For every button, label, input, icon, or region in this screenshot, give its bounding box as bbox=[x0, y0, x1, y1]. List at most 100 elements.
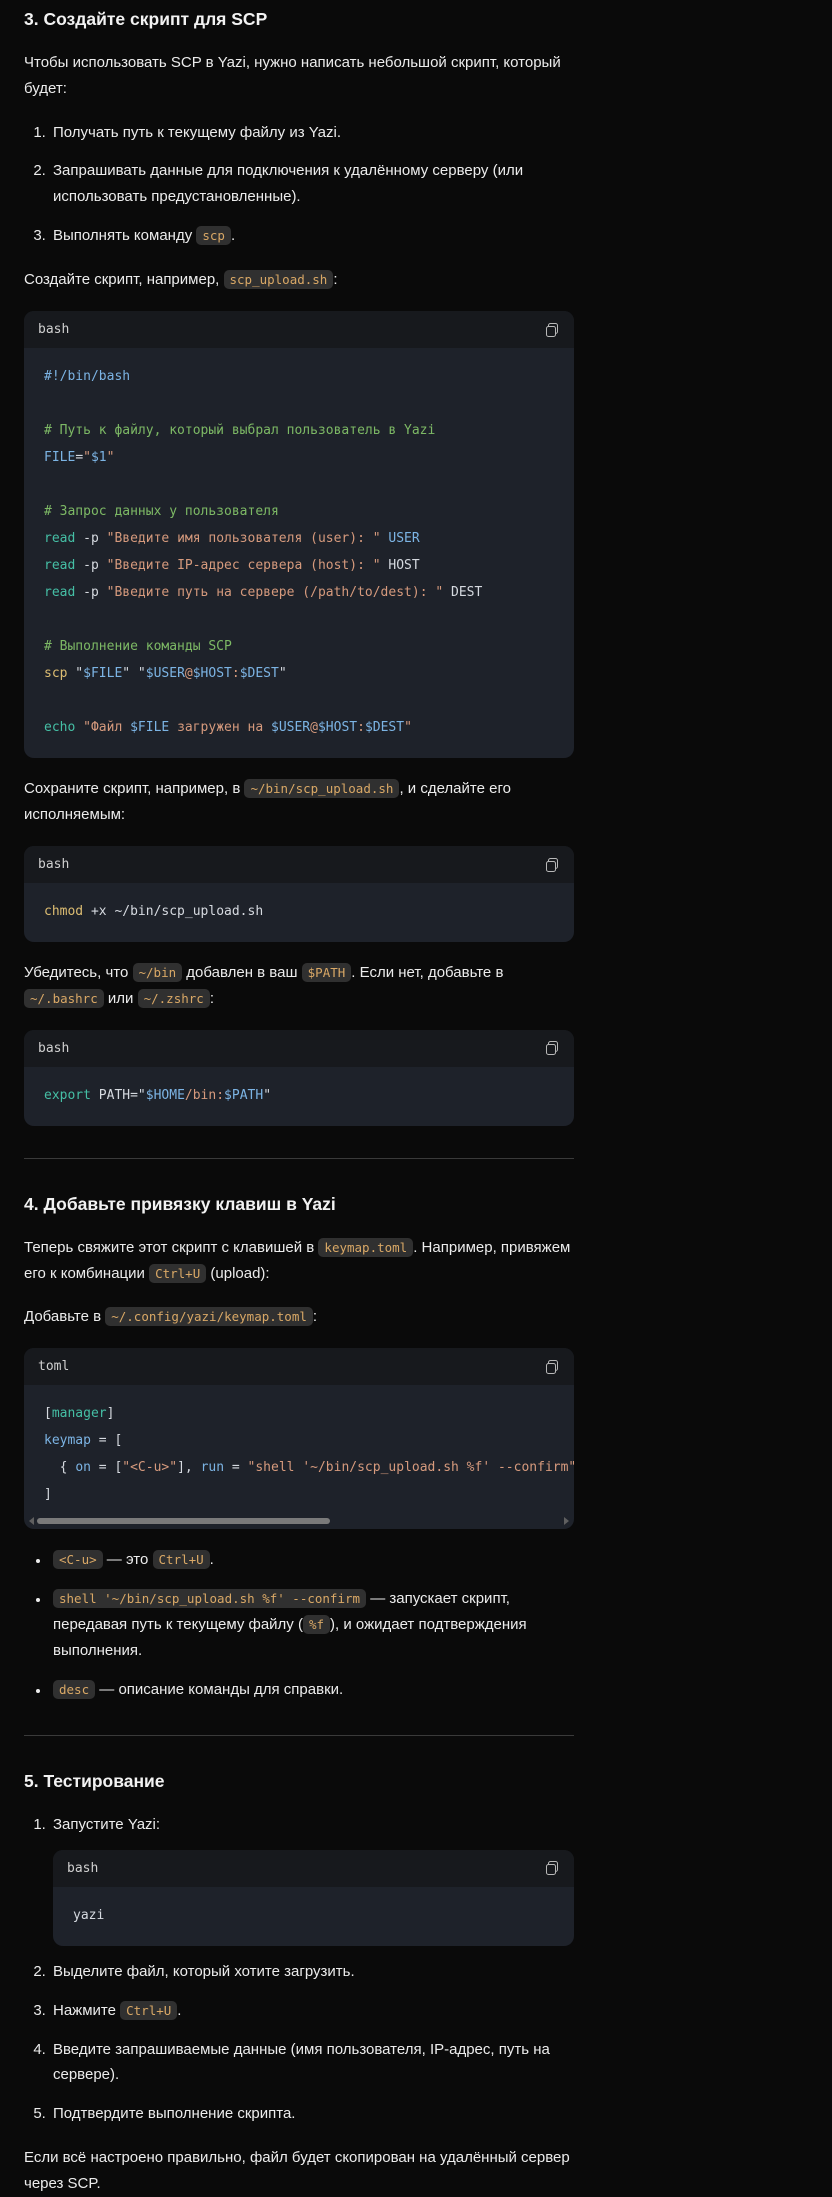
code-line: #!/bin/bash bbox=[44, 363, 554, 390]
scrollbar-thumb[interactable] bbox=[37, 1518, 330, 1524]
code-content: [manager]keymap = [ { on = ["<C-u>"], ru… bbox=[24, 1385, 574, 1525]
text-run: : bbox=[313, 1308, 317, 1325]
code-lang-label: bash bbox=[67, 1862, 98, 1875]
inline-code: ~/bin/scp_upload.sh bbox=[244, 779, 399, 798]
inline-code: ~/.zshrc bbox=[138, 989, 210, 1008]
code-token: " bbox=[67, 666, 83, 681]
code-token: @ bbox=[310, 720, 318, 735]
text-run: . bbox=[231, 227, 235, 244]
numbered-list: Получать путь к текущему файлу из Yazi.З… bbox=[24, 120, 574, 250]
divider bbox=[24, 1735, 574, 1736]
code-token: = [ bbox=[91, 1433, 122, 1448]
code-token: $1 bbox=[91, 450, 107, 465]
list-item: Выполнять команду scp. bbox=[50, 223, 574, 249]
text-run: Убедитесь, что bbox=[24, 964, 133, 981]
code-token: загружен на bbox=[169, 720, 271, 735]
code-token: on bbox=[75, 1460, 91, 1475]
text-run: Запрашивать данные для подключения к уда… bbox=[53, 162, 523, 205]
code-line: yazi bbox=[73, 1902, 554, 1929]
code-line: chmod +x ~/bin/scp_upload.sh bbox=[44, 898, 554, 925]
inline-code: shell '~/bin/scp_upload.sh %f' --confirm bbox=[53, 1589, 366, 1608]
code-token: manager bbox=[52, 1406, 107, 1421]
code-token: : bbox=[357, 720, 365, 735]
list-item: Запрашивать данные для подключения к уда… bbox=[50, 158, 574, 210]
text-run: или bbox=[104, 990, 138, 1007]
code-line: echo "Файл $FILE загружен на $USER@$HOST… bbox=[44, 714, 554, 741]
scroll-left-arrow-icon[interactable] bbox=[29, 1517, 34, 1525]
code-content: chmod +x ~/bin/scp_upload.sh bbox=[24, 883, 574, 942]
code-token: "Файл bbox=[83, 720, 130, 735]
code-token: $FILE bbox=[83, 666, 122, 681]
list-item: Нажмите Ctrl+U. bbox=[50, 1998, 574, 2024]
code-block: toml[manager]keymap = [ { on = ["<C-u>"]… bbox=[24, 1348, 574, 1529]
code-token bbox=[75, 720, 83, 735]
copy-button[interactable] bbox=[544, 321, 560, 339]
text-run: . Если нет, добавьте в bbox=[351, 964, 503, 981]
code-token: export bbox=[44, 1088, 91, 1103]
code-token: read bbox=[44, 531, 75, 546]
text-run: — описание команды для справки. bbox=[95, 1681, 343, 1698]
horizontal-scrollbar[interactable] bbox=[24, 1517, 574, 1529]
code-token: " bbox=[107, 450, 115, 465]
list-item: Введите запрашиваемые данные (имя пользо… bbox=[50, 2037, 574, 2089]
code-token: ] bbox=[107, 1406, 115, 1421]
text-run: Если всё настроено правильно, файл будет… bbox=[24, 2149, 570, 2192]
code-line: keymap = [ bbox=[44, 1427, 554, 1454]
paragraph: Если всё настроено правильно, файл будет… bbox=[24, 2145, 574, 2197]
list-item: Выделите файл, который хотите загрузить. bbox=[50, 1959, 574, 1985]
code-token: echo bbox=[44, 720, 75, 735]
copy-button[interactable] bbox=[544, 856, 560, 874]
list-item: desc — описание команды для справки. bbox=[50, 1677, 574, 1703]
code-block: bash#!/bin/bash # Путь к файлу, который … bbox=[24, 311, 574, 758]
code-token: = bbox=[224, 1460, 247, 1475]
paragraph: Сохраните скрипт, например, в ~/bin/scp_… bbox=[24, 776, 574, 828]
code-token: HOST bbox=[388, 558, 419, 573]
inline-code: scp bbox=[196, 226, 231, 245]
text-run: 5. Тестирование bbox=[24, 1771, 165, 1791]
code-line: scp "$FILE" "$USER@$HOST:$DEST" bbox=[44, 660, 554, 687]
code-lang-label: bash bbox=[38, 1042, 69, 1055]
copy-icon bbox=[546, 858, 558, 872]
text-run: . bbox=[177, 2002, 181, 2019]
code-token: ], bbox=[177, 1460, 200, 1475]
code-content: yazi bbox=[53, 1887, 574, 1946]
code-token: "Введите имя пользователя (user): " bbox=[107, 531, 381, 546]
code-token: # Запрос данных у пользователя bbox=[44, 504, 279, 519]
code-block: bash yazi bbox=[53, 1850, 574, 1946]
code-line: read -p "Введите путь на сервере (/path/… bbox=[44, 579, 554, 606]
list-item: Запустите Yazi:bashyazi bbox=[50, 1812, 574, 1946]
text-run: Введите запрашиваемые данные (имя пользо… bbox=[53, 2041, 550, 2084]
code-line: # Выполнение команды SCP bbox=[44, 633, 554, 660]
code-lang-label: bash bbox=[38, 858, 69, 871]
code-token: # Выполнение команды SCP bbox=[44, 639, 232, 654]
copy-button[interactable] bbox=[544, 1039, 560, 1057]
list-item: Подтвердите выполнение скрипта. bbox=[50, 2101, 574, 2127]
code-token: FILE bbox=[44, 450, 75, 465]
code-lang-label: toml bbox=[38, 1360, 69, 1373]
chat-response: 3. Создайте скрипт для SCPЧтобы использо… bbox=[0, 0, 574, 2197]
code-token: yazi bbox=[73, 1908, 104, 1923]
code-token: scp bbox=[44, 666, 67, 681]
copy-icon bbox=[546, 1360, 558, 1374]
code-lang-label: bash bbox=[38, 323, 69, 336]
code-line: ] bbox=[44, 1481, 554, 1508]
paragraph: Убедитесь, что ~/bin добавлен в ваш $PAT… bbox=[24, 960, 574, 1012]
code-token: " " bbox=[122, 666, 145, 681]
code-token: -p bbox=[75, 531, 106, 546]
code-token: "Введите IP-адрес сервера (host): " bbox=[107, 558, 381, 573]
copy-icon bbox=[546, 1041, 558, 1055]
scroll-right-arrow-icon[interactable] bbox=[564, 1517, 569, 1525]
code-block: bash chmod +x ~/bin/scp_upload.sh bbox=[24, 846, 574, 942]
inline-code: scp_upload.sh bbox=[224, 270, 334, 289]
code-token: = bbox=[75, 450, 83, 465]
copy-button[interactable] bbox=[544, 1358, 560, 1376]
code-header: bash bbox=[24, 311, 574, 348]
text-run: Выделите файл, который хотите загрузить. bbox=[53, 1963, 355, 1980]
scrollbar-track[interactable] bbox=[37, 1518, 561, 1524]
code-token: = [ bbox=[91, 1460, 122, 1475]
section-heading: 4. Добавьте привязку клавиш в Yazi bbox=[24, 1193, 574, 1217]
code-block: bashexport PATH="$HOME/bin:$PATH" bbox=[24, 1030, 574, 1126]
copy-button[interactable] bbox=[544, 1859, 560, 1877]
paragraph: Создайте скрипт, например, scp_upload.sh… bbox=[24, 267, 574, 293]
divider bbox=[24, 1158, 574, 1159]
